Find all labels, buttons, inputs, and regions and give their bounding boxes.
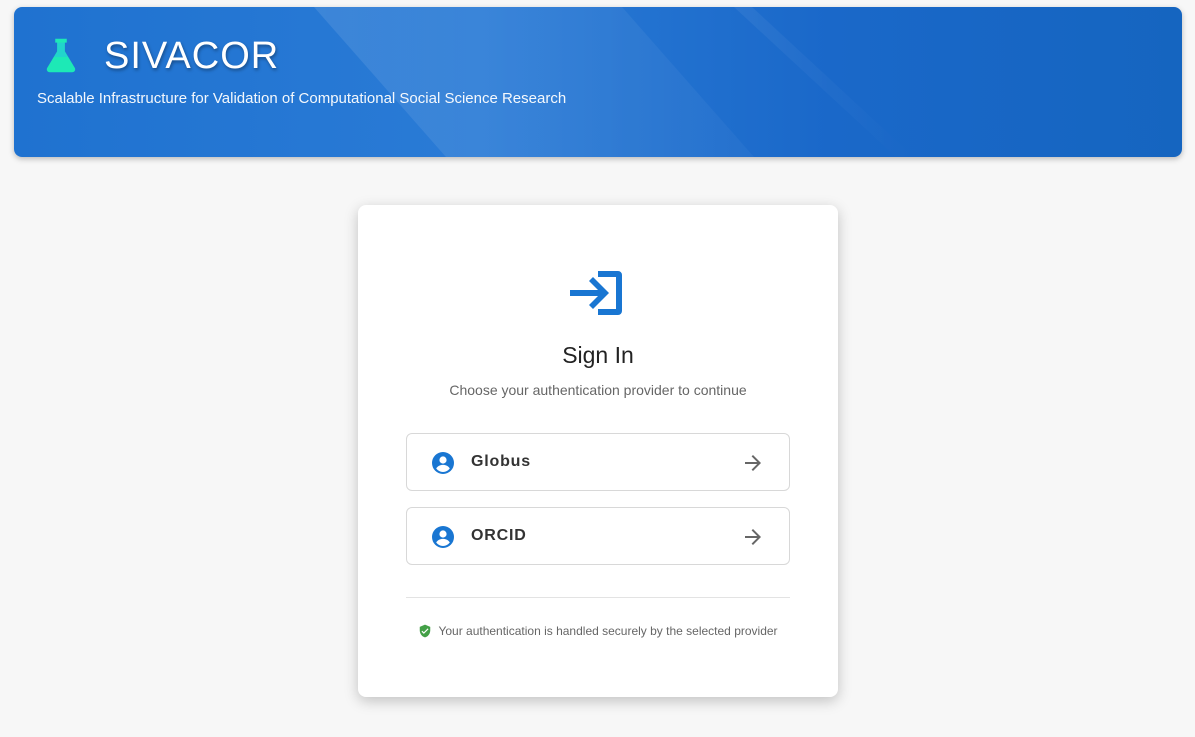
arrow-right-icon bbox=[741, 451, 765, 475]
signin-card: Sign In Choose your authentication provi… bbox=[358, 205, 838, 697]
account-circle-icon bbox=[431, 525, 455, 549]
arrow-right-icon bbox=[741, 525, 765, 549]
signin-title: Sign In bbox=[562, 342, 634, 368]
orcid-provider-button[interactable]: ORCID bbox=[406, 507, 790, 565]
provider-label: Globus bbox=[471, 453, 531, 470]
globus-provider-button[interactable]: Globus bbox=[406, 433, 790, 491]
flask-icon bbox=[38, 33, 84, 79]
shield-check-icon bbox=[418, 624, 432, 638]
divider bbox=[406, 597, 790, 598]
login-icon bbox=[568, 267, 628, 319]
security-note: Your authentication is handled securely … bbox=[358, 624, 838, 638]
app-header: SIVACOR Scalable Infrastructure for Vali… bbox=[14, 7, 1182, 157]
signin-subtitle: Choose your authentication provider to c… bbox=[449, 382, 747, 398]
security-note-text: Your authentication is handled securely … bbox=[438, 624, 778, 638]
brand: SIVACOR bbox=[38, 33, 279, 79]
app-subtitle: Scalable Infrastructure for Validation o… bbox=[37, 90, 567, 107]
account-circle-icon bbox=[431, 451, 455, 475]
app-title: SIVACOR bbox=[104, 35, 280, 77]
provider-label: ORCID bbox=[471, 527, 527, 544]
